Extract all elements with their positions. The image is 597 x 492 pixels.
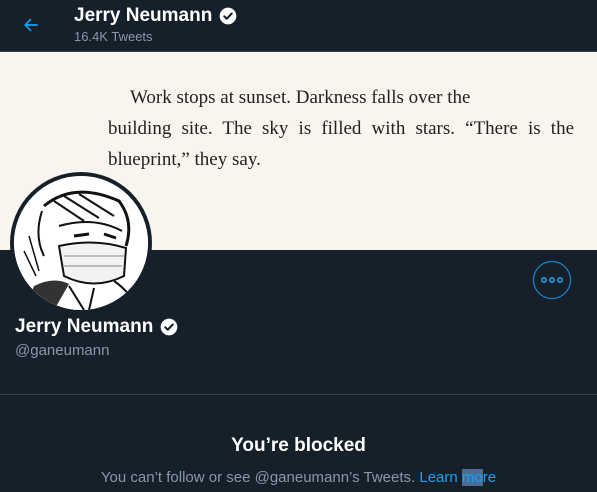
header-title: Jerry Neumann — [74, 5, 238, 27]
divider — [0, 394, 597, 395]
verified-badge-icon — [161, 318, 178, 336]
learn-more-link-part1: Learn — [419, 469, 462, 486]
blocked-message: You can’t follow or see @ganeumann’s Twe… — [0, 469, 597, 486]
back-button[interactable] — [14, 8, 48, 42]
learn-more-link[interactable]: Learn more — [419, 469, 496, 486]
tweet-count: 16.4K Tweets — [74, 29, 153, 44]
blocked-message-text: You can’t follow or see @ganeumann’s Twe… — [100, 469, 420, 486]
banner-line-2: building site. The sky is filled with st… — [108, 118, 541, 139]
avatar-image — [14, 176, 148, 310]
profile-display-name: Jerry Neumann — [15, 316, 154, 337]
arrow-left-icon — [24, 18, 38, 32]
verified-badge-icon — [220, 7, 237, 25]
avatar[interactable] — [10, 172, 152, 314]
top-bar: Jerry Neumann 16.4K Tweets — [0, 0, 597, 52]
more-options-icon — [541, 277, 563, 283]
learn-more-link-selected: mo — [461, 469, 483, 486]
blocked-title: You’re blocked — [231, 435, 366, 456]
more-options-button[interactable] — [533, 261, 571, 299]
profile-name: Jerry Neumann — [15, 316, 179, 338]
banner-line-1: Work stops at sunset. Darkness falls ove… — [130, 87, 471, 108]
profile-handle: @ganeumann — [15, 342, 110, 359]
learn-more-link-part3: re — [482, 469, 497, 486]
avatar-sketch — [14, 176, 148, 310]
banner-quote: Work stops at sunset. Darkness falls ove… — [108, 82, 574, 175]
header-name: Jerry Neumann — [74, 5, 213, 26]
